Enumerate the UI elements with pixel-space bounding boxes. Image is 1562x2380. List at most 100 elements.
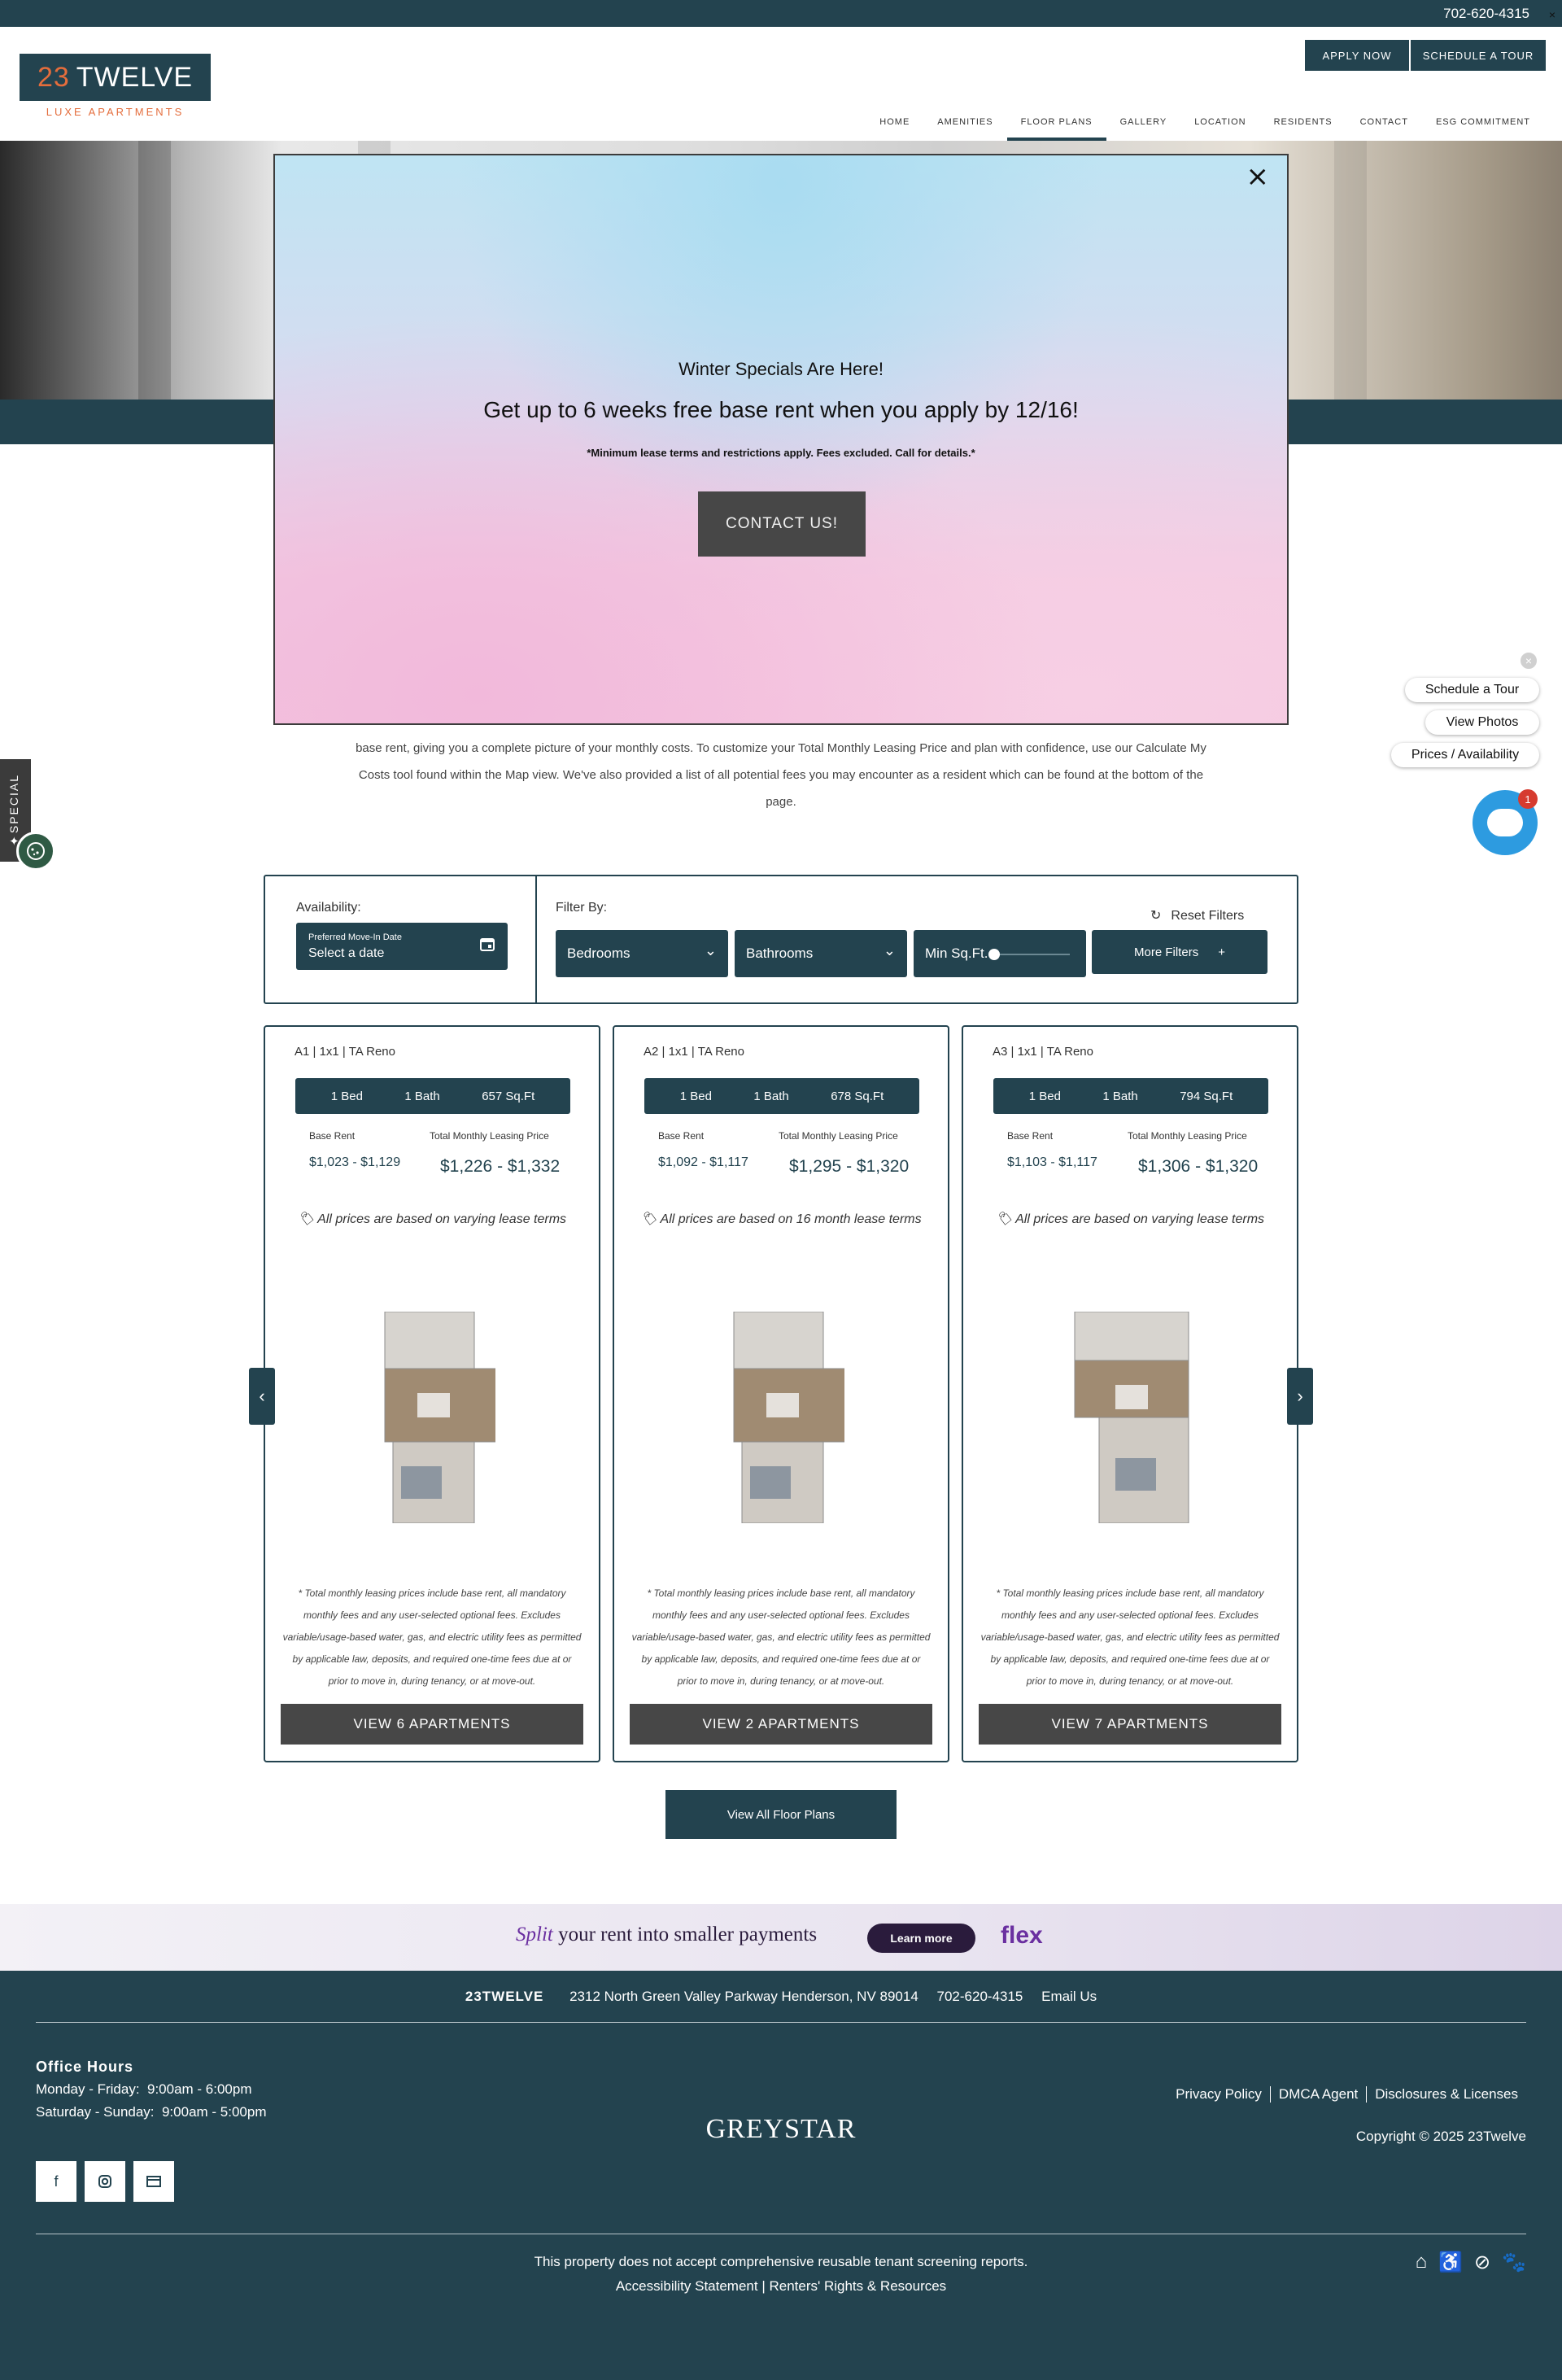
pricing-disclaimer: * Total monthly leasing prices include b… (282, 1587, 582, 1687)
directory-icon[interactable] (133, 2161, 174, 2202)
intro-line: Costs tool found within the Map view. We… (358, 768, 1204, 782)
nav-location[interactable]: LOCATION (1180, 104, 1259, 141)
office-hours-weekday: Monday - Friday: 9:00am - 6:00pm (36, 2081, 252, 2097)
lease-term-note: 🏷 All prices are based on varying lease … (963, 1211, 1297, 1227)
compliance-badges: ⌂ ♿ ⊘ 🐾 (1416, 2251, 1526, 2274)
equal-housing-icon: ⌂ (1415, 2251, 1428, 2273)
filter-divider (535, 876, 537, 1002)
facebook-icon[interactable]: f (36, 2161, 76, 2202)
main-nav: HOME AMENITIES FLOOR PLANS GALLERY LOCAT… (866, 104, 1544, 141)
floor-plan-card[interactable]: A2 | 1x1 | TA Reno 1 Bed 1 Bath 678 Sq.F… (613, 1025, 949, 1762)
nav-esg-commitment[interactable]: ESG COMMITMENT (1422, 104, 1544, 141)
widget-close-icon[interactable]: × (1519, 651, 1538, 670)
no-smoking-icon: ⊘ (1474, 2251, 1491, 2273)
cookie-icon (27, 842, 45, 860)
slider-handle[interactable] (988, 949, 1000, 960)
bathrooms-dropdown[interactable]: Bathrooms ⌄ (735, 930, 907, 977)
dmca-agent-link[interactable]: DMCA Agent (1269, 2086, 1366, 2103)
plan-sqft: 678 Sq.Ft (831, 1089, 884, 1103)
top-bar: 702-620-4315 × (0, 0, 1562, 27)
instagram-icon[interactable] (85, 2161, 125, 2202)
flex-banner[interactable]: Split your rent into smaller payments Le… (0, 1904, 1562, 1971)
carousel-next-chevron-right-icon[interactable]: › (1287, 1368, 1313, 1425)
footer-address[interactable]: 2312 North Green Valley Parkway Henderso… (569, 1989, 918, 2004)
reset-filters-button[interactable]: ↻ Reset Filters (1150, 907, 1244, 924)
floor-plan-image[interactable] (1067, 1311, 1193, 1524)
intro-line: page. (766, 795, 796, 809)
logo-word: TWELVE (76, 61, 194, 93)
flex-logo: flex (1001, 1922, 1043, 1949)
nav-residents[interactable]: RESIDENTS (1260, 104, 1346, 141)
plan-specs: 1 Bed 1 Bath 794 Sq.Ft (993, 1078, 1268, 1114)
screening-notice: This property does not accept comprehens… (534, 2254, 1028, 2269)
greystar-logo[interactable]: GREYSTAR (0, 2114, 1562, 2145)
widget-schedule-tour[interactable]: Schedule a Tour (1405, 678, 1539, 702)
floor-plan-card[interactable]: A1 | 1x1 | TA Reno 1 Bed 1 Bath 657 Sq.F… (264, 1025, 600, 1762)
accessibility-links[interactable]: Accessibility Statement | Renters' Right… (0, 2278, 1562, 2295)
flex-tagline: Split your rent into smaller payments (516, 1924, 817, 1946)
copyright: Copyright © 2025 23Twelve (1355, 2129, 1526, 2144)
more-filters-label: More Filters (1134, 945, 1199, 959)
bedrooms-dropdown[interactable]: Bedrooms ⌄ (556, 930, 728, 977)
winter-special-modal: × Winter Specials Are Here! Get up to 6 … (273, 154, 1289, 725)
accessibility-icon: ♿ (1438, 2251, 1463, 2273)
floor-plan-card[interactable]: A3 | 1x1 | TA Reno 1 Bed 1 Bath 794 Sq.F… (962, 1025, 1298, 1762)
top-bar-close-icon[interactable]: × (1549, 8, 1555, 21)
disclosures-link[interactable]: Disclosures & Licenses (1366, 2086, 1526, 2103)
nav-home[interactable]: HOME (866, 104, 923, 141)
base-rent-value: $1,103 - $1,117 (1007, 1155, 1097, 1169)
footer-email-link[interactable]: Email Us (1041, 1989, 1097, 2004)
footer-address-bar: 23TWELVE 2312 North Green Valley Parkway… (0, 1989, 1562, 2005)
chevron-down-icon: ⌄ (883, 942, 896, 959)
privacy-policy-link[interactable]: Privacy Policy (1167, 2086, 1270, 2103)
view-all-floor-plans-button[interactable]: View All Floor Plans (665, 1790, 897, 1839)
flex-learn-more-button[interactable]: Learn more (867, 1924, 975, 1953)
site-logo[interactable]: 23 TWELVE LUXE APARTMENTS (20, 54, 211, 120)
office-hours-title: Office Hours (36, 2059, 134, 2075)
hero-cabinet-shadow (1334, 141, 1367, 400)
apply-now-button[interactable]: APPLY NOW (1305, 40, 1409, 71)
floor-plan-image[interactable] (369, 1311, 500, 1524)
floor-plan-image[interactable] (718, 1311, 849, 1524)
nav-floor-plans[interactable]: FLOOR PLANS (1006, 104, 1106, 141)
nav-contact[interactable]: CONTACT (1346, 104, 1422, 141)
site-header: 23 TWELVE LUXE APARTMENTS APPLY NOW SCHE… (0, 27, 1562, 141)
availability-label: Availability: (296, 901, 361, 915)
filter-panel: Availability: Preferred Move-In Date Sel… (264, 875, 1298, 1004)
chat-bubble-icon (1487, 809, 1523, 836)
pricing-disclaimer: * Total monthly leasing prices include b… (631, 1587, 931, 1687)
cookie-settings-icon[interactable] (16, 832, 55, 871)
min-sqft-slider[interactable]: Min Sq.Ft. (914, 930, 1086, 977)
plan-beds: 1 Bed (1028, 1089, 1061, 1103)
view-apartments-button[interactable]: VIEW 2 APARTMENTS (630, 1704, 932, 1745)
plan-baths: 1 Bath (1102, 1089, 1138, 1103)
widget-prices-availability[interactable]: Prices / Availability (1391, 743, 1539, 767)
lease-term-text: All prices are based on varying lease te… (317, 1212, 567, 1226)
view-apartments-button[interactable]: VIEW 6 APARTMENTS (281, 1704, 583, 1745)
modal-close-icon[interactable]: × (1246, 160, 1270, 193)
date-picker-label: Preferred Move-In Date (308, 932, 402, 942)
base-rent-label: Base Rent (309, 1130, 356, 1142)
footer-phone[interactable]: 702-620-4315 (937, 1989, 1023, 2004)
plan-title: A1 | 1x1 | TA Reno (295, 1045, 395, 1059)
base-rent-label: Base Rent (1007, 1130, 1054, 1142)
plan-sqft: 794 Sq.Ft (1180, 1089, 1233, 1103)
total-price-value: $1,226 - $1,332 (440, 1157, 561, 1176)
top-phone-link[interactable]: 702-620-4315 (1443, 6, 1529, 22)
footer-links: Privacy Policy DMCA Agent Disclosures & … (1167, 2086, 1526, 2103)
nav-gallery[interactable]: GALLERY (1106, 104, 1181, 141)
more-filters-button[interactable]: More Filters + (1092, 930, 1267, 974)
calendar-icon (479, 936, 495, 957)
flex-split-word: Split (516, 1924, 553, 1945)
total-price-label: Total Monthly Leasing Price (1128, 1130, 1247, 1142)
schedule-tour-button[interactable]: SCHEDULE A TOUR (1411, 40, 1546, 71)
nav-amenities[interactable]: AMENITIES (923, 104, 1006, 141)
plan-title: A2 | 1x1 | TA Reno (644, 1045, 744, 1059)
move-in-date-picker[interactable]: Preferred Move-In Date Select a date (296, 923, 508, 970)
view-apartments-button[interactable]: VIEW 7 APARTMENTS (979, 1704, 1281, 1745)
widget-view-photos[interactable]: View Photos (1425, 710, 1539, 735)
plan-specs: 1 Bed 1 Bath 678 Sq.Ft (644, 1078, 919, 1114)
contact-us-button[interactable]: CONTACT US! (698, 491, 866, 557)
carousel-prev-chevron-left-icon[interactable]: ‹ (249, 1368, 275, 1425)
pricing-disclaimer: * Total monthly leasing prices include b… (980, 1587, 1280, 1687)
